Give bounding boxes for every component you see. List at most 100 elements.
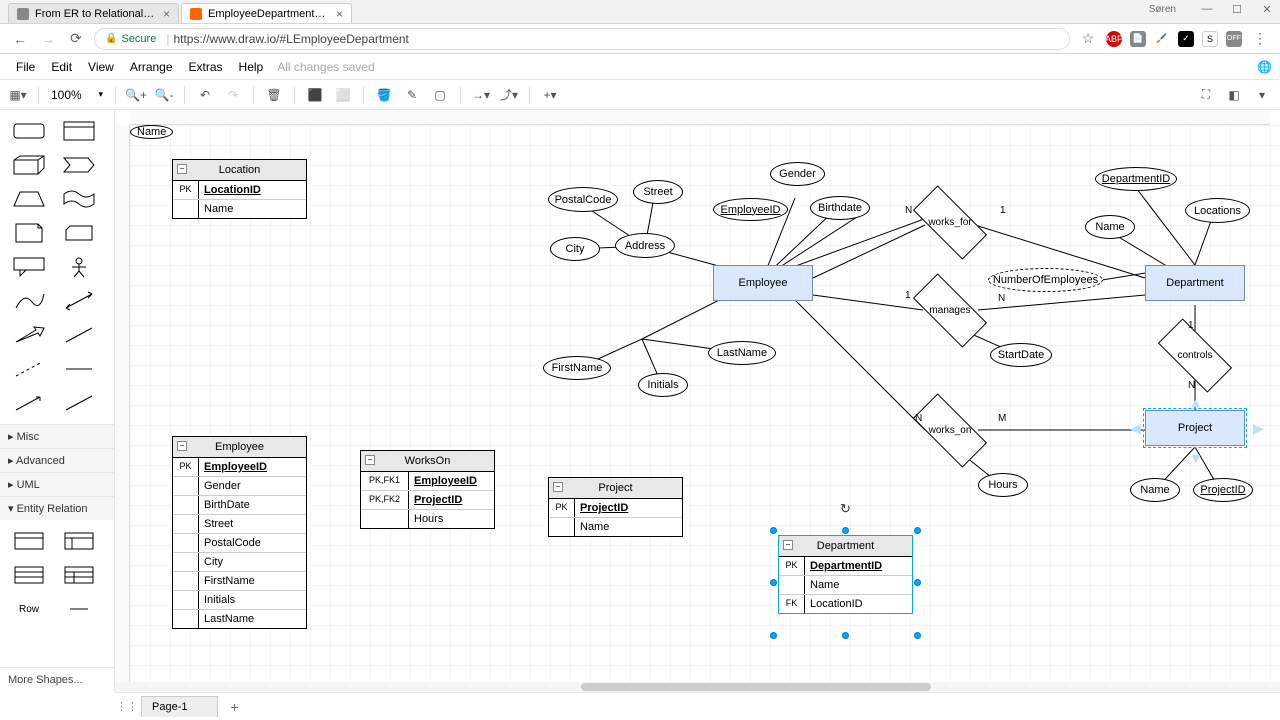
undo-icon[interactable]: ↶	[193, 83, 217, 107]
shape-curve[interactable]	[4, 284, 54, 318]
shape-arrow-line[interactable]	[4, 386, 54, 420]
globe-icon[interactable]: 🌐	[1257, 60, 1272, 74]
shape-card[interactable]	[54, 216, 104, 250]
fullscreen-icon[interactable]: ⛶	[1194, 83, 1218, 107]
sidebar-cat-misc[interactable]: ▸ Misc	[0, 424, 114, 448]
attr-initials[interactable]: Initials	[638, 373, 688, 397]
table-employee[interactable]: −Employee PKEmployeeID Gender BirthDate …	[172, 436, 307, 629]
shape-actor[interactable]	[54, 250, 104, 284]
stroke-icon[interactable]: ✎	[400, 83, 424, 107]
more-shapes-button[interactable]: More Shapes...	[0, 667, 114, 692]
shape-dashed[interactable]	[4, 352, 54, 386]
entity-employee[interactable]: Employee	[713, 265, 813, 301]
attr-name-emp[interactable]: Name	[130, 125, 173, 139]
view-dropdown[interactable]: ▦▾	[6, 83, 30, 107]
ext-brush-icon[interactable]: 🖌️	[1154, 31, 1170, 47]
window-maximize-icon[interactable]: ☐	[1230, 2, 1244, 16]
menu-file[interactable]: File	[8, 56, 43, 78]
back-icon[interactable]: ←	[10, 29, 30, 49]
attr-address[interactable]: Address	[615, 233, 675, 258]
shape-line-thin[interactable]	[54, 352, 104, 386]
rotate-handle-icon[interactable]: ↻	[840, 501, 851, 517]
shadow-icon[interactable]: ▢	[428, 83, 452, 107]
shape-container[interactable]	[54, 114, 104, 148]
arrow-handle-left-icon[interactable]: ◀	[1130, 420, 1141, 437]
er-shape-table[interactable]	[4, 558, 54, 592]
menu-arrange[interactable]: Arrange	[122, 56, 181, 78]
browser-tab-active[interactable]: EmployeeDepartment - c ×	[181, 3, 352, 23]
attr-employeeid[interactable]: EmployeeID	[713, 198, 788, 221]
shape-callout[interactable]	[4, 250, 54, 284]
redo-icon[interactable]: ↷	[221, 83, 245, 107]
zoom-in-icon[interactable]: 🔍+	[124, 83, 148, 107]
attr-birthdate[interactable]: Birthdate	[810, 196, 870, 220]
shape-step[interactable]	[54, 148, 104, 182]
table-project[interactable]: −Project PKProjectID Name	[548, 477, 683, 537]
table-department[interactable]: −Department PKDepartmentID Name FKLocati…	[778, 535, 913, 614]
shape-trapezoid[interactable]	[4, 182, 54, 216]
arrow-handle-down-icon[interactable]: ▼	[1189, 450, 1203, 466]
attr-city[interactable]: City	[550, 237, 600, 261]
to-front-icon[interactable]: ⬛	[303, 83, 327, 107]
horizontal-scrollbar[interactable]	[115, 682, 1280, 692]
attr-name-dept[interactable]: Name	[1085, 215, 1135, 239]
rel-works-for[interactable]: works_for	[915, 205, 985, 240]
close-icon[interactable]: ×	[336, 7, 343, 21]
page-tab[interactable]: Page-1	[141, 696, 218, 717]
shape-tape[interactable]	[54, 182, 104, 216]
er-shape-row-thin[interactable]	[54, 592, 104, 626]
er-shape-row[interactable]: Row	[4, 592, 54, 626]
ext-abp-icon[interactable]: ABP	[1106, 31, 1122, 47]
close-icon[interactable]: ×	[163, 7, 170, 21]
add-page-button[interactable]: +	[220, 695, 248, 719]
forward-icon[interactable]: →	[38, 29, 58, 49]
ext-s-icon[interactable]: S	[1202, 31, 1218, 47]
shape-bi-arrow[interactable]	[54, 284, 104, 318]
er-shape-entity2[interactable]	[54, 524, 104, 558]
connection-dropdown[interactable]: →▾	[469, 83, 493, 107]
attr-locations[interactable]: Locations	[1185, 198, 1250, 223]
rel-controls[interactable]: controls	[1160, 338, 1230, 373]
insert-dropdown[interactable]: +▾	[538, 83, 562, 107]
to-back-icon[interactable]: ⬜	[331, 83, 355, 107]
ext-check-icon[interactable]: ✓	[1178, 31, 1194, 47]
table-workson[interactable]: −WorksOn PK,FK1EmployeeID PK,FK2ProjectI…	[360, 450, 495, 529]
bookmark-star-icon[interactable]: ☆	[1078, 29, 1098, 49]
shape-cube[interactable]	[4, 148, 54, 182]
format-panel-icon[interactable]: ◧	[1222, 83, 1246, 107]
attr-firstname[interactable]: FirstName	[543, 356, 611, 380]
browser-menu-icon[interactable]: ⋮	[1250, 29, 1270, 49]
shape-line-simple[interactable]	[54, 386, 104, 420]
er-shape-entity[interactable]	[4, 524, 54, 558]
collapse-icon[interactable]: ▾	[1250, 83, 1274, 107]
window-close-icon[interactable]: ✕	[1260, 2, 1274, 16]
sidebar-cat-uml[interactable]: ▸ UML	[0, 472, 114, 496]
rel-works-on[interactable]: works_on	[915, 413, 985, 448]
attr-postalcode[interactable]: PostalCode	[548, 187, 618, 212]
browser-tab-inactive[interactable]: From ER to Relational M… ×	[8, 3, 179, 23]
menu-extras[interactable]: Extras	[181, 56, 231, 78]
browser-user[interactable]: Søren	[1149, 4, 1176, 15]
ext-pdf-icon[interactable]: 📄	[1130, 31, 1146, 47]
shape-arrow-thick[interactable]	[4, 318, 54, 352]
reload-icon[interactable]: ⟳	[66, 29, 86, 49]
attr-name-proj[interactable]: Name	[1130, 478, 1180, 502]
attr-numberofemployees[interactable]: NumberOfEmployees	[988, 268, 1103, 292]
zoom-out-icon[interactable]: 🔍-	[152, 83, 176, 107]
attr-departmentid[interactable]: DepartmentID	[1095, 167, 1177, 191]
url-input[interactable]: 🔒Secure | https://www.draw.io/#LEmployee…	[94, 28, 1070, 50]
page-menu-icon[interactable]: ⋮⋮	[121, 701, 133, 713]
menu-view[interactable]: View	[80, 56, 122, 78]
shape-line-diag[interactable]	[54, 318, 104, 352]
sidebar-cat-er[interactable]: ▾ Entity Relation	[0, 496, 114, 520]
attr-hours[interactable]: Hours	[978, 473, 1028, 497]
entity- project[interactable]: Project	[1145, 410, 1245, 446]
waypoint-dropdown[interactable]: ⤴▾	[497, 83, 521, 107]
sidebar-cat-advanced[interactable]: ▸ Advanced	[0, 448, 114, 472]
shape-rounded-rect[interactable]	[4, 114, 54, 148]
fill-icon[interactable]: 🪣	[372, 83, 396, 107]
rel-manages[interactable]: manages	[915, 293, 985, 328]
drawing-canvas[interactable]: Employee Department Project ◀ ▶ ▲ ▼ Post…	[130, 125, 1280, 692]
delete-icon[interactable]: 🗑	[262, 83, 286, 107]
window-minimize-icon[interactable]: —	[1200, 2, 1214, 16]
